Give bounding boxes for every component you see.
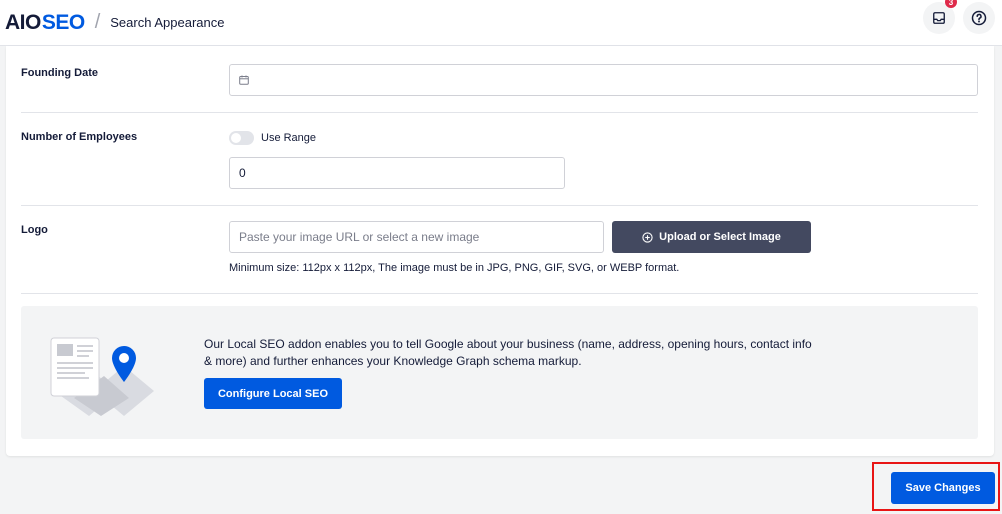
use-range-toggle[interactable] <box>229 131 254 145</box>
use-range-label: Use Range <box>261 132 317 144</box>
calendar-icon <box>239 75 249 85</box>
divider <box>21 205 978 206</box>
divider <box>21 293 978 294</box>
notification-badge: 3 <box>945 0 957 8</box>
breadcrumb-current: Search Appearance <box>110 15 225 30</box>
upload-image-label: Upload or Select Image <box>659 231 781 243</box>
employees-value: 0 <box>239 166 246 180</box>
logo-label: Logo <box>21 224 48 236</box>
local-seo-description: Our Local SEO addon enables you to tell … <box>204 337 812 368</box>
founding-date-input[interactable] <box>229 64 978 96</box>
employees-label: Number of Employees <box>21 131 138 143</box>
founding-date-label: Founding Date <box>21 67 98 79</box>
logo-text-seo: SEO <box>41 10 85 34</box>
notifications-button[interactable]: 3 <box>923 0 957 34</box>
upload-image-button[interactable]: Upload or Select Image <box>612 221 811 253</box>
configure-local-seo-button[interactable]: Configure Local SEO <box>204 378 342 409</box>
logo-url-input[interactable]: Paste your image URL or select a new ima… <box>229 221 604 253</box>
settings-card: Founding Date Number of Employees Use Ra… <box>6 46 994 456</box>
plus-circle-icon <box>642 231 653 243</box>
employees-input[interactable]: 0 <box>229 157 565 189</box>
help-icon <box>971 10 987 26</box>
breadcrumb-separator: / <box>94 11 101 33</box>
inbox-icon <box>933 12 945 24</box>
aioseo-logo[interactable]: AIO SEO <box>5 11 85 35</box>
help-button[interactable] <box>963 2 995 34</box>
logo-hint: Minimum size: 112px x 112px, The image m… <box>229 262 680 274</box>
local-seo-illustration-icon <box>50 337 154 416</box>
local-seo-promo: Our Local SEO addon enables you to tell … <box>21 306 978 439</box>
logo-url-placeholder: Paste your image URL or select a new ima… <box>239 230 480 244</box>
logo-text-aio: AIO <box>5 10 41 34</box>
divider <box>21 112 978 113</box>
save-changes-button[interactable]: Save Changes <box>891 472 995 504</box>
top-header: AIO SEO / Search Appearance 3 <box>0 0 1002 46</box>
